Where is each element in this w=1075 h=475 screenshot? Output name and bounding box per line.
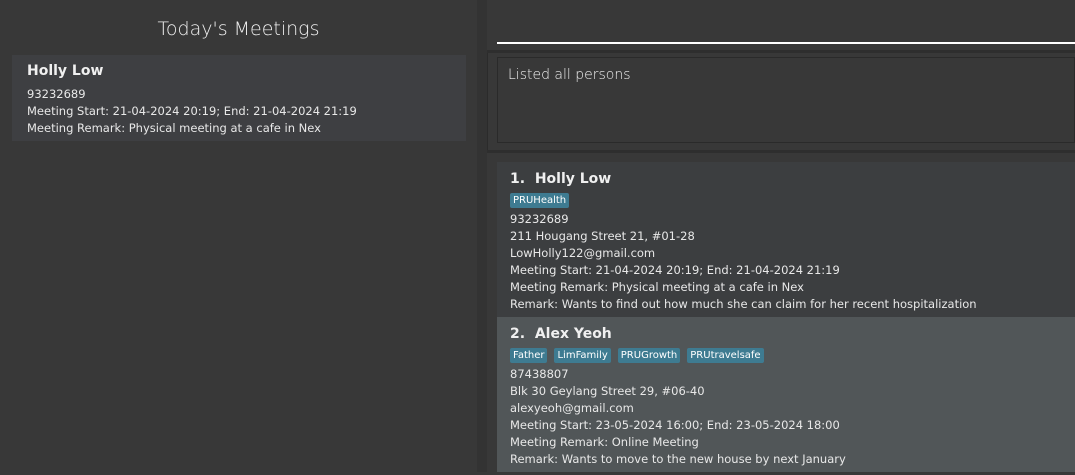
person-meeting: Meeting Start: 23-05-2024 16:00; End: 23… xyxy=(510,418,840,432)
meeting-time: Meeting Start: 21-04-2024 20:19; End: 21… xyxy=(27,104,357,118)
person-email: LowHolly122@gmail.com xyxy=(510,246,656,260)
person-card[interactable]: 1. Holly Low PRUHealth 93232689 211 Houg… xyxy=(497,162,1075,317)
person-meeting-remark: Meeting Remark: Online Meeting xyxy=(510,435,699,449)
tag-list: Father LimFamily PRUGrowth PRUtravelsafe xyxy=(510,348,764,363)
person-remark: Remark: Wants to find out how much she c… xyxy=(510,297,977,311)
meeting-phone: 93232689 xyxy=(27,87,86,101)
person-index: 1. xyxy=(510,171,526,187)
command-input[interactable] xyxy=(497,4,1075,44)
tag: LimFamily xyxy=(554,348,611,363)
person-name: 2. Alex Yeoh xyxy=(510,326,612,342)
person-address: 211 Hougang Street 21, #01-28 xyxy=(510,229,695,243)
person-name: 1. Holly Low xyxy=(510,171,611,187)
person-phone: 93232689 xyxy=(510,212,569,226)
person-remark: Remark: Wants to move to the new house b… xyxy=(510,452,846,466)
tag: PRUtravelsafe xyxy=(687,348,764,363)
person-address: Blk 30 Geylang Street 29, #06-40 xyxy=(510,384,705,398)
today-meetings-title: Today's Meetings xyxy=(157,18,320,40)
meeting-remark: Meeting Remark: Physical meeting at a ca… xyxy=(27,121,321,135)
command-box xyxy=(487,0,1075,53)
person-phone: 87438807 xyxy=(510,367,569,381)
today-meeting-card[interactable]: Holly Low 93232689 Meeting Start: 21-04-… xyxy=(12,55,466,141)
tag: Father xyxy=(510,348,548,363)
today-meetings-panel: Today's Meetings Holly Low 93232689 Meet… xyxy=(0,0,478,472)
tag: PRUHealth xyxy=(510,193,570,208)
person-meeting: Meeting Start: 21-04-2024 20:19; End: 21… xyxy=(510,263,840,277)
person-list: 1. Holly Low PRUHealth 93232689 211 Houg… xyxy=(487,150,1075,475)
person-card[interactable]: 2. Alex Yeoh Father LimFamily PRUGrowth … xyxy=(497,317,1075,472)
person-index: 2. xyxy=(510,326,526,342)
person-name-text: Holly Low xyxy=(534,171,612,187)
result-text: Listed all persons xyxy=(508,67,631,83)
tag: PRUGrowth xyxy=(617,348,681,363)
person-name-text: Alex Yeoh xyxy=(534,326,612,342)
result-display: Listed all persons xyxy=(497,57,1075,143)
person-email: alexyeoh@gmail.com xyxy=(510,401,634,415)
meeting-person-name: Holly Low xyxy=(27,63,104,79)
tag-list: PRUHealth xyxy=(510,193,570,208)
person-meeting-remark: Meeting Remark: Physical meeting at a ca… xyxy=(510,280,804,294)
